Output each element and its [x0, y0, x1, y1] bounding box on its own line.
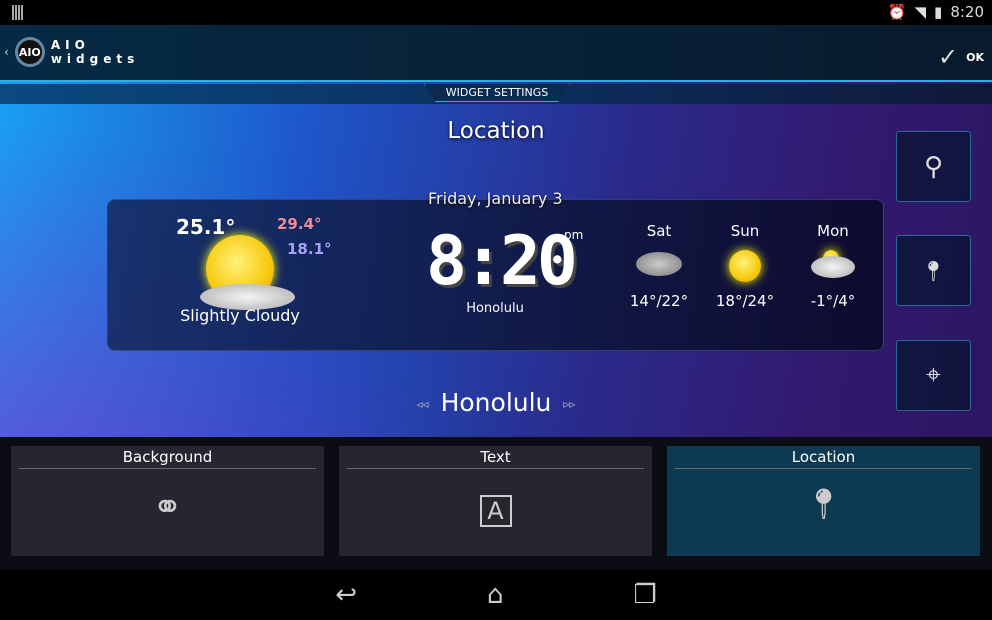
- battery-charging-icon: ▮: [934, 3, 943, 21]
- search-button[interactable]: ⚲: [896, 131, 971, 202]
- sun-icon: [729, 250, 761, 282]
- app-logo-button[interactable]: ‹ AIO AIO widgets: [4, 37, 139, 67]
- ok-label: OK: [966, 50, 984, 64]
- recent-apps-button[interactable]: ❐: [634, 580, 657, 610]
- action-bar: ‹ AIO AIO widgets ✓ OK: [0, 25, 992, 82]
- wifi-icon: ◥: [914, 3, 927, 21]
- current-temp: 25.1°: [176, 215, 236, 239]
- ok-button[interactable]: ✓ OK: [938, 43, 984, 71]
- status-bar: ⏰ ◥ ▮ 8:20: [0, 0, 992, 25]
- alarm-icon: ⏰: [887, 3, 907, 21]
- forecast-temps: 14°/22°: [629, 292, 689, 310]
- back-chevron-icon: ‹: [4, 45, 9, 59]
- widget-date: Friday, January 3: [428, 189, 563, 208]
- system-nav-bar: ↩ ⌂ ❐: [0, 570, 992, 620]
- forecast-day-label: Mon: [817, 222, 849, 240]
- tab-strip: WIDGET SETTINGS: [0, 84, 992, 104]
- map-pin-button[interactable]: 📍︎: [896, 235, 971, 306]
- tab-label: Location: [675, 448, 972, 469]
- snow-cloud-icon: [793, 240, 873, 292]
- next-location-button[interactable]: ▹▹: [563, 397, 575, 411]
- notification-icon: [12, 5, 24, 20]
- forecast-day: Sun 18°/24°: [705, 222, 785, 310]
- text-icon: A: [339, 487, 652, 528]
- weather-condition: Slightly Cloudy: [180, 306, 300, 325]
- circles-icon: ⚭: [152, 487, 183, 528]
- tab-location[interactable]: Location 📍︎: [667, 446, 980, 556]
- checkmark-icon: ✓: [938, 43, 959, 71]
- status-time: 8:20: [950, 3, 984, 21]
- forecast-day: Mon -1°/4°: [793, 222, 873, 310]
- search-icon: ⚲: [923, 151, 944, 182]
- forecast-day-label: Sat: [646, 222, 672, 240]
- tab-label: Text: [347, 448, 644, 469]
- home-button[interactable]: ⌂: [487, 580, 504, 610]
- widget-city: Honolulu: [466, 301, 524, 316]
- tab-widget-settings[interactable]: WIDGET SETTINGS: [424, 84, 570, 102]
- forecast-day-label: Sun: [730, 222, 760, 240]
- map-pin-icon: 📍︎: [920, 258, 947, 283]
- forecast-temps: 18°/24°: [715, 292, 775, 310]
- back-button[interactable]: ↩: [335, 580, 357, 610]
- previous-location-button[interactable]: ◃◃: [417, 397, 429, 411]
- thunderstorm-icon: [636, 252, 682, 276]
- map-pin-icon: 📍︎: [804, 487, 843, 522]
- logo-line2: widgets: [50, 52, 140, 66]
- tab-text[interactable]: Text A: [339, 446, 652, 556]
- location-name: Honolulu: [440, 388, 552, 417]
- tab-label: Background: [19, 448, 316, 469]
- clock-time: 8:20: [426, 222, 578, 301]
- tab-background[interactable]: Background ⚭: [11, 446, 324, 556]
- clock-ampm: pm: [564, 228, 584, 242]
- low-temp: 18.1°: [287, 240, 332, 258]
- logo-badge: AIO: [14, 37, 45, 67]
- high-temp: 29.4°: [277, 215, 322, 233]
- page-title: Location: [447, 118, 545, 144]
- location-selector: ◃◃ Honolulu ▹▹: [0, 388, 992, 417]
- logo-line1: AIO: [50, 38, 90, 52]
- forecast-day: Sat 14°/22°: [619, 222, 699, 310]
- crosshair-icon: ⌖: [926, 360, 941, 390]
- forecast-temps: -1°/4°: [810, 292, 856, 310]
